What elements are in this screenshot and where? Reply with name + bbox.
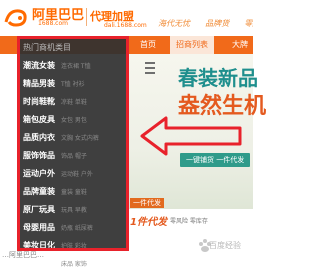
header-divider	[86, 8, 87, 26]
promo-subtext: 零风险 零库存	[170, 218, 208, 225]
site-header: 阿里巴巴 1688.com 代理加盟 dali.1688.com 海代无忧 品牌…	[0, 0, 253, 36]
slogan: 海代无忧	[158, 19, 190, 28]
agent-url: dali.1688.com	[104, 22, 147, 29]
category-sublinks[interactable]: 床品 家饰	[61, 259, 87, 268]
alibaba-logo-icon[interactable]	[3, 6, 29, 30]
nav-home[interactable]: 首页	[140, 39, 156, 50]
promo-tag[interactable]: 1件代发	[130, 213, 167, 228]
banner-title-line-1: 春装新品	[178, 66, 258, 90]
slogan: 零库存	[244, 19, 253, 28]
nav-merchant-list[interactable]: 招商列表	[170, 36, 214, 54]
annotation-highlight-box	[17, 36, 129, 251]
banner-menu-icon	[145, 62, 155, 77]
slogan: 品牌货	[205, 19, 230, 28]
banner-caption: 一件代发	[130, 198, 164, 208]
annotation-arrow-icon	[140, 116, 242, 156]
watermark-text: 百度经验	[209, 241, 241, 250]
header-slogans: 海代无忧 品牌货 零库存	[158, 11, 253, 30]
bottom-text-fragment: …阿里巴巴…	[2, 251, 44, 259]
nav-big-brand[interactable]: 大牌	[232, 39, 248, 50]
logo-url: 1688.com	[38, 20, 68, 27]
